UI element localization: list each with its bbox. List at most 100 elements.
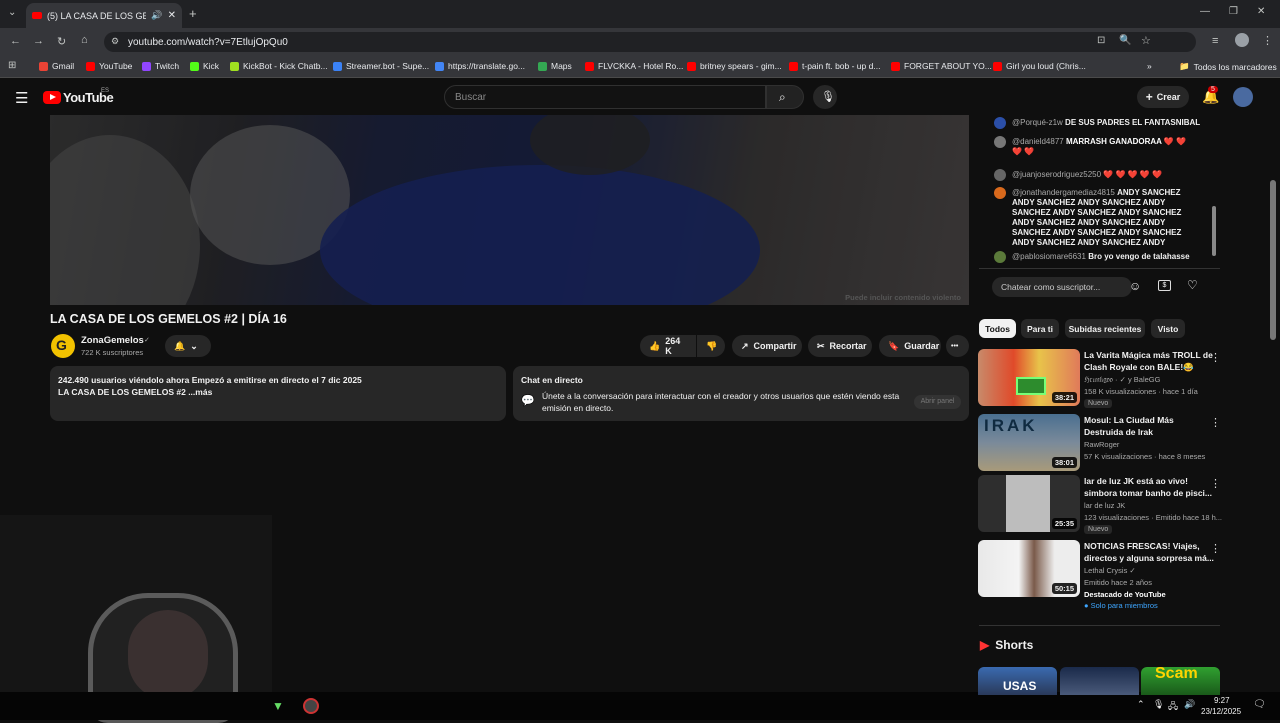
filter-chip-para-ti[interactable]: Para ti bbox=[1021, 319, 1059, 338]
address-bar[interactable]: ⚙ youtube.com/watch?v=7EtlujOpQu0 ⊡ 🔍 ☆ bbox=[104, 32, 1196, 52]
hamburger-menu-icon[interactable]: ☰ bbox=[15, 89, 28, 107]
video-thumbnail[interactable]: 25:35 bbox=[978, 475, 1080, 532]
notification-center-icon[interactable]: 🗨 bbox=[1253, 699, 1266, 710]
share-button[interactable]: ↗ Compartir bbox=[732, 335, 802, 357]
account-avatar[interactable] bbox=[1233, 87, 1253, 107]
minimize-icon[interactable]: — bbox=[1200, 6, 1210, 17]
video-duration: 38:21 bbox=[1051, 392, 1077, 403]
dislike-button[interactable]: 👎 bbox=[697, 335, 725, 357]
bookmark-britney[interactable]: britney spears - gim... bbox=[687, 61, 782, 71]
forward-icon[interactable]: → bbox=[33, 35, 44, 47]
recommendation-title[interactable]: Mosul: La Ciudad Más Destruida de Irak bbox=[1084, 414, 1214, 438]
youtube-logo-icon[interactable] bbox=[43, 91, 61, 104]
chat-input[interactable]: Chatear como suscriptor... bbox=[992, 277, 1132, 297]
clock-time[interactable]: 9:27 bbox=[1214, 696, 1230, 705]
short-thumbnail[interactable]: Scam bbox=[1141, 667, 1220, 695]
bookmark-girl[interactable]: Girl you loud (Chris... bbox=[993, 61, 1086, 71]
super-chat-icon[interactable]: $ bbox=[1158, 280, 1171, 291]
save-button[interactable]: 🔖 Guardar bbox=[879, 335, 941, 357]
bookmarks-more[interactable]: » bbox=[1147, 61, 1152, 71]
star-icon[interactable]: ☆ bbox=[1141, 34, 1151, 47]
more-options-icon[interactable]: ⋮ bbox=[1210, 351, 1221, 364]
recommendation-title[interactable]: NOTICIAS FRESCAS! Viajes, directos y alg… bbox=[1084, 540, 1214, 564]
audio-icon[interactable]: 🔊 bbox=[151, 10, 162, 21]
recommendation-title[interactable]: lar de luz JK está ao vivo! simbora toma… bbox=[1084, 475, 1214, 499]
recommendation-item[interactable]: IRAK 38:01 Mosul: La Ciudad Más Destruid… bbox=[978, 414, 1221, 472]
chat-scrollbar[interactable] bbox=[1212, 206, 1216, 256]
bookmark-maps[interactable]: Maps bbox=[538, 61, 572, 71]
reload-icon[interactable]: ↻ bbox=[57, 35, 66, 48]
video-thumbnail[interactable]: 38:21 bbox=[978, 349, 1080, 406]
search-input[interactable]: Buscar bbox=[444, 85, 766, 109]
bookmark-kick[interactable]: Kick bbox=[190, 61, 219, 71]
filter-chip-todos[interactable]: Todos bbox=[979, 319, 1016, 338]
tray-volume-icon[interactable]: 🔊 bbox=[1184, 699, 1195, 710]
bookmark-kickbot[interactable]: KickBot - Kick Chatb... bbox=[230, 61, 328, 71]
channel-avatar[interactable]: G bbox=[51, 334, 75, 358]
channel-name[interactable]: ZonaGemelos bbox=[81, 335, 144, 346]
bookmark-flvckka[interactable]: FLVCKKA - Hotel Ro... bbox=[585, 61, 683, 71]
recommendation-channel[interactable]: ℌ𝔯𝔲𝔫𝔨𝔤𝔬𝔬 · ✓ y BaleGG bbox=[1084, 375, 1160, 385]
recommendation-item[interactable]: 38:21 La Varita Mágica más TROLL de Clas… bbox=[978, 349, 1221, 408]
filter-chip-subidas-recientes[interactable]: Subidas recientes bbox=[1065, 319, 1145, 338]
profile-avatar[interactable] bbox=[1235, 33, 1249, 47]
clip-button[interactable]: ✂ Recortar bbox=[808, 335, 872, 357]
tray-mic-icon[interactable]: 🎙 bbox=[1153, 699, 1164, 710]
tray-network-icon[interactable]: 🖧 bbox=[1168, 699, 1178, 715]
search-button[interactable]: ⌕ bbox=[766, 85, 804, 109]
clock-date[interactable]: 23/12/2025 bbox=[1201, 707, 1241, 716]
back-icon[interactable]: ← bbox=[10, 35, 21, 47]
filter-chip-visto[interactable]: Visto bbox=[1151, 319, 1185, 338]
browser-tab[interactable]: (5) LA CASA DE LOS GEMEL 🔊 ✕ bbox=[26, 3, 182, 28]
more-options-icon[interactable]: ⋮ bbox=[1210, 542, 1221, 555]
all-bookmarks[interactable]: 📁 Todos los marcadores bbox=[1179, 61, 1277, 72]
zoom-icon[interactable]: 🔍 bbox=[1119, 35, 1131, 46]
page-scrollbar[interactable] bbox=[1270, 180, 1276, 340]
bookmark-gmail[interactable]: Gmail bbox=[39, 61, 74, 71]
short-thumbnail[interactable] bbox=[1060, 667, 1139, 695]
video-thumbnail[interactable]: IRAK 38:01 bbox=[978, 414, 1080, 471]
bookmark-translate[interactable]: https://translate.go... bbox=[435, 61, 525, 71]
home-icon[interactable]: ⌂ bbox=[81, 34, 88, 46]
video-thumbnail[interactable]: 50:15 bbox=[978, 540, 1080, 597]
bookmark-tpain[interactable]: t-pain ft. bob - up d... bbox=[789, 61, 880, 71]
recommendation-title[interactable]: La Varita Mágica más TROLL de Clash Roya… bbox=[1084, 349, 1214, 373]
install-icon[interactable]: ⊡ bbox=[1097, 35, 1105, 46]
recommendation-item[interactable]: 25:35 lar de luz JK está ao vivo! simbor… bbox=[978, 475, 1222, 534]
subscription-bell-button[interactable]: 🔔 ⌄ bbox=[165, 335, 211, 357]
like-button[interactable]: 👍 264 K bbox=[640, 335, 696, 357]
bookmark-streamerbot[interactable]: Streamer.bot - Supe... bbox=[333, 61, 429, 71]
recommendation-channel[interactable]: lar de luz JK bbox=[1084, 501, 1125, 510]
more-options-icon[interactable]: ⋮ bbox=[1210, 477, 1221, 490]
tab-search-icon[interactable]: ⌄ bbox=[8, 7, 16, 18]
heart-icon[interactable]: ♡ bbox=[1187, 278, 1198, 292]
close-window-icon[interactable]: ✕ bbox=[1257, 6, 1265, 17]
recommendation-item[interactable]: 50:15 NOTICIAS FRESCAS! Viajes, directos… bbox=[978, 540, 1221, 612]
more-actions-button[interactable]: ••• bbox=[946, 335, 969, 357]
short-thumbnail[interactable]: USAS bbox=[978, 667, 1057, 695]
bell-icon: 🔔 bbox=[174, 340, 186, 351]
video-player[interactable]: Puede incluir contenido violento bbox=[50, 115, 969, 305]
recommendation-channel[interactable]: RawRoger bbox=[1084, 440, 1119, 449]
more-options-icon[interactable]: ⋮ bbox=[1210, 416, 1221, 429]
tray-chevron-icon[interactable]: ⌃ bbox=[1137, 699, 1145, 710]
new-tab-button[interactable]: + bbox=[189, 6, 197, 21]
create-button[interactable]: + Crear bbox=[1137, 86, 1189, 108]
bookmark-youtube[interactable]: YouTube bbox=[86, 61, 132, 71]
taskbar-obs-icon[interactable] bbox=[303, 698, 319, 714]
media-icon[interactable]: ≡ bbox=[1212, 35, 1218, 47]
voice-search-button[interactable]: 🎙 bbox=[813, 85, 837, 109]
open-panel-button[interactable]: Abrir panel bbox=[914, 395, 961, 409]
bookmark-twitch[interactable]: Twitch bbox=[142, 61, 179, 71]
emoji-icon[interactable]: ☺ bbox=[1129, 279, 1141, 293]
description-box[interactable]: 242.490 usuarios viéndolo ahora Empezó a… bbox=[50, 366, 506, 421]
bookmark-forget[interactable]: FORGET ABOUT YO... bbox=[891, 61, 992, 71]
taskbar-app-icon[interactable]: ▼ bbox=[272, 699, 284, 713]
site-info-icon[interactable]: ⚙ bbox=[111, 36, 119, 47]
recommendation-channel[interactable]: Lethal Crysis ✓ bbox=[1084, 566, 1136, 575]
close-tab-icon[interactable]: ✕ bbox=[168, 10, 176, 21]
shorts-icon: ▶ bbox=[980, 638, 990, 652]
menu-kebab-icon[interactable]: ⋮ bbox=[1262, 34, 1273, 47]
apps-icon[interactable]: ⊞ bbox=[8, 60, 16, 71]
restore-icon[interactable]: ❐ bbox=[1229, 6, 1238, 17]
